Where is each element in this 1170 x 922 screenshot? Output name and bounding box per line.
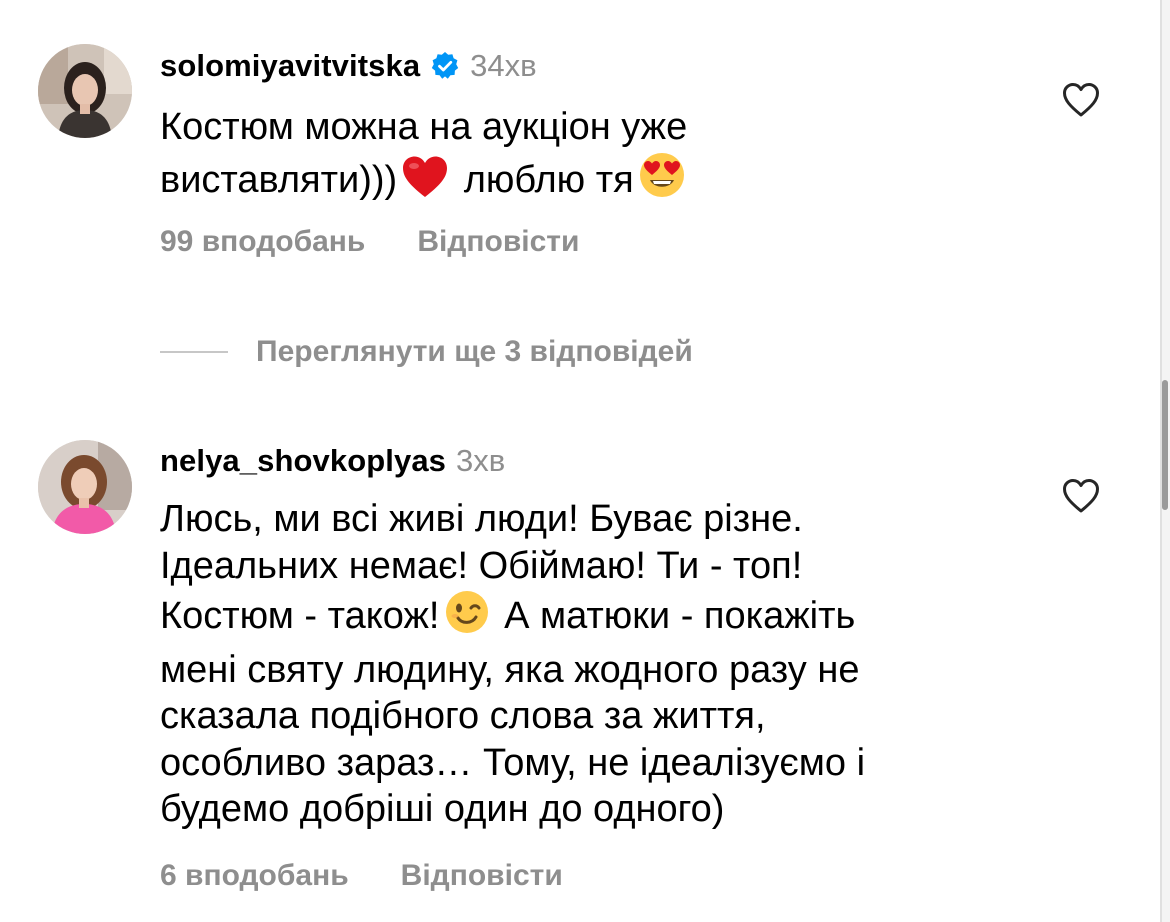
comment-actions: 99 вподобань Відповісти — [160, 222, 579, 262]
winking-face-emoji — [444, 589, 490, 647]
scrollbar-thumb[interactable] — [1162, 380, 1168, 510]
verified-badge-icon — [430, 51, 460, 81]
likes-count[interactable]: 99 вподобань — [160, 225, 365, 259]
red-heart-emoji — [401, 155, 449, 211]
avatar[interactable] — [38, 44, 132, 138]
comment-text-line: Костюм можна на аукціон уже — [160, 106, 688, 148]
comment-text: Костюм можна на аукціон уже виставляти))… — [160, 104, 1040, 210]
view-more-replies-label: Переглянути ще 3 відповідей — [256, 335, 693, 368]
timestamp: 3хв — [456, 443, 506, 478]
comment-text-line: мені святу людину, яка жодного разу не — [160, 648, 860, 691]
comment-text-segment: виставляти))) — [160, 158, 398, 201]
reply-button[interactable]: Відповісти — [417, 225, 579, 259]
username[interactable]: solomiyavitvitska — [160, 48, 420, 84]
comment-text-line-2: виставляти))) люблю тя — [160, 151, 1040, 211]
timestamp: 34хв — [470, 48, 537, 83]
comment-text: Люсь, ми всі живі люди! Буває різне. Іде… — [160, 496, 1040, 833]
comment-text-segment: люблю тя — [463, 158, 634, 201]
comment-text-line: Люсь, ми всі живі люди! Буває різне. — [160, 498, 803, 540]
comment-header: solomiyavitvitska 34хв — [160, 46, 537, 86]
comment-actions: 6 вподобань Відповісти — [160, 856, 563, 896]
avatar[interactable] — [38, 440, 132, 534]
view-more-replies-button[interactable]: Переглянути ще 3 відповідей — [160, 330, 693, 374]
heart-eyes-emoji — [638, 151, 686, 211]
comment-text-segment: А матюки - покажіть — [504, 595, 856, 637]
reply-button[interactable]: Відповісти — [401, 859, 563, 893]
comment-text-line: Ідеальних немає! Обіймаю! Ти - топ! — [160, 544, 803, 587]
like-heart-icon[interactable] — [1062, 478, 1100, 514]
avatar-photo-icon — [38, 440, 132, 534]
comment-text-segment: Костюм - також! — [160, 595, 440, 637]
comment-text-line: будемо добріші один до одного) — [160, 788, 725, 830]
likes-count[interactable]: 6 вподобань — [160, 859, 349, 893]
divider-line — [160, 351, 228, 353]
comment-text-line-3: Костюм - також! А матюки - покажіть — [160, 589, 1040, 647]
scrollbar[interactable] — [1160, 0, 1170, 922]
username[interactable]: nelya_shovkoplyas — [160, 443, 446, 479]
comment-text-line: сказала подібного слова за життя, — [160, 695, 766, 737]
comment-header: nelya_shovkoplyas 3хв — [160, 441, 505, 481]
avatar-photo-icon — [38, 44, 132, 138]
like-heart-icon[interactable] — [1062, 82, 1100, 118]
comment-text-line: особливо зараз… Тому, не ідеалізуємо і — [160, 741, 866, 784]
